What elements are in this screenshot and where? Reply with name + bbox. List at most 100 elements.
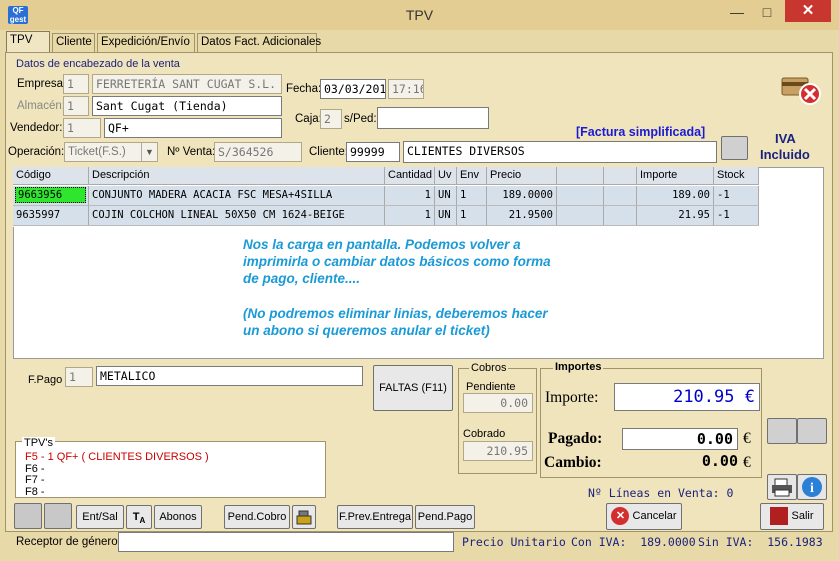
col-header-descripcion[interactable]: Descripción [89,167,385,185]
almacen-code-field[interactable]: 1 [63,96,89,116]
empresa-code-field[interactable]: 1 [63,74,89,94]
col-header-precio[interactable]: Precio [487,167,557,185]
caja-label: Caja: [295,113,322,125]
pagado-field[interactable]: 0.00 [622,428,738,450]
col-header-cantidad[interactable]: Cantidad [385,167,435,185]
info-icon[interactable]: i [797,474,827,500]
col-header-blank1[interactable] [557,167,604,185]
faltas-button[interactable]: FALTAS (F11) [373,365,453,411]
tab-datos-fact[interactable]: Datos Fact. Adicionales [197,33,321,52]
nventa-label: Nº Venta: [167,146,216,158]
tpv-item-f5[interactable]: F5 - 1 QF+ ( CLIENTES DIVERSOS ) [25,451,209,463]
iva-toggle-button[interactable] [721,136,748,160]
caja-field[interactable]: 2 [320,109,342,129]
con-iva-value: Con IVA: 189.0000 [571,535,696,549]
nventa-field[interactable]: S/364526 [214,142,302,162]
fecha-label: Fecha: [286,83,322,95]
blank-cell [557,206,604,225]
cambio-value: 0.00 [701,452,738,470]
fpago-code-field[interactable]: 1 [65,367,93,387]
cantidad-cell[interactable]: 1 [385,186,435,205]
salir-button[interactable]: Salir [760,503,824,530]
side-button-left[interactable] [767,418,797,444]
blank-cell [604,186,637,205]
incluido-label: Incluido [760,147,810,162]
note-line: de pago, cliente.... [243,271,361,287]
env-cell[interactable]: 1 [457,186,487,205]
descripcion-cell[interactable]: COJIN COLCHON LINEAL 50X50 CM 1624-BEIGE [89,206,385,225]
uv-cell[interactable]: UN [435,206,457,225]
cash-register-icon[interactable] [292,505,316,529]
cobrado-label: Cobrado [463,428,506,440]
operacion-select[interactable]: Ticket(F.S.) ▼ [64,142,158,162]
tab-cliente[interactable]: Cliente [52,33,95,52]
fprev-entrega-button[interactable]: F.Prev.Entrega [337,505,413,529]
precio-cell[interactable]: 21.9500 [487,206,557,225]
importe-cell[interactable]: 21.95 [637,206,714,225]
operacion-value: Ticket(F.S.) [68,146,126,158]
hora-field[interactable]: 17:16 [388,79,424,99]
toolbar-blank-button-1[interactable] [14,503,42,529]
ta-button[interactable]: TA [126,505,152,529]
note-line: (No podremos eliminar linias, deberemos … [243,305,548,321]
pendiente-label: Pendiente [466,381,516,393]
cantidad-cell[interactable]: 1 [385,206,435,225]
card-cancel-icon[interactable] [778,72,824,106]
sin-iva-value: Sin IVA: 156.1983 [698,535,823,549]
col-header-stock[interactable]: Stock [714,167,759,185]
cliente-code-field[interactable]: 99999 [346,142,400,162]
vendedor-code-field[interactable]: 1 [63,118,101,138]
col-header-blank2[interactable] [604,167,637,185]
pendcobro-button[interactable]: Pend.Cobro [224,505,290,529]
cliente-name-field[interactable]: CLIENTES DIVERSOS [403,141,717,163]
chevron-down-icon[interactable]: ▼ [141,143,157,161]
minimize-button[interactable]: — [723,1,751,23]
printer-icon[interactable] [767,474,797,500]
tpv-item-f8[interactable]: F8 - [25,486,45,498]
blank-cell [604,206,637,225]
precio-cell[interactable]: 189.0000 [487,186,557,205]
codigo-cell[interactable]: 9663956 [15,187,86,203]
importe-total-field[interactable]: 210.95 € [614,383,760,411]
col-header-uv[interactable]: Uv [435,167,457,185]
vendedor-label: Vendedor: [10,122,63,134]
descripcion-cell[interactable]: CONJUNTO MADERA ACACIA FSC MESA+4SILLA [89,186,385,205]
table-row[interactable]: 9663956 CONJUNTO MADERA ACACIA FSC MESA+… [13,186,759,206]
stock-cell[interactable]: -1 [714,186,759,205]
vendedor-name-field[interactable]: QF+ [104,118,282,138]
importe-cell[interactable]: 189.00 [637,186,714,205]
codigo-cell[interactable]: 9635997 [13,206,89,225]
stock-cell[interactable]: -1 [714,206,759,225]
maximize-button[interactable]: □ [753,1,781,23]
col-header-importe[interactable]: Importe [637,167,714,185]
almacen-label: Almacén: [17,100,65,112]
tab-expedicion[interactable]: Expedición/Envío [97,33,195,52]
receptor-field[interactable] [118,532,454,552]
almacen-name-field[interactable]: Sant Cugat (Tienda) [92,96,282,116]
abonos-button[interactable]: Abonos [154,505,202,529]
pendpago-button[interactable]: Pend.Pago [415,505,475,529]
pendiente-field[interactable]: 0.00 [463,393,533,413]
cobrado-field[interactable]: 210.95 [463,441,533,461]
tpv-item-f7[interactable]: F7 - [25,474,45,486]
col-header-env[interactable]: Env [457,167,487,185]
lines-table: Código Descripción Cantidad Uv Env Preci… [13,167,759,227]
table-row[interactable]: 9635997 COJIN COLCHON LINEAL 50X50 CM 16… [13,206,759,226]
close-button[interactable]: ✕ [785,0,831,22]
uv-cell[interactable]: UN [435,186,457,205]
entsal-button[interactable]: Ent/Sal [76,505,124,529]
annotation-note: Nos la carga en pantalla. Podemos volver… [243,236,603,339]
tab-tpv[interactable]: TPV [6,31,50,53]
sped-field[interactable] [377,107,489,129]
toolbar-blank-button-2[interactable] [44,503,72,529]
env-cell[interactable]: 1 [457,206,487,225]
fpago-name-field[interactable]: METALICO [96,366,363,386]
side-button-right[interactable] [797,418,827,444]
fecha-field[interactable]: 03/03/2015 [320,79,386,99]
note-line: imprimirla o cambiar datos básicos como … [243,254,551,270]
sped-label: s/Ped: [344,113,377,125]
col-header-codigo[interactable]: Código [13,167,89,185]
cancelar-button[interactable]: ✕ Cancelar [606,503,682,530]
empresa-name-field[interactable]: FERRETERÍA SANT CUGAT S.L. [92,74,282,94]
iva-label: IVA [775,131,796,146]
